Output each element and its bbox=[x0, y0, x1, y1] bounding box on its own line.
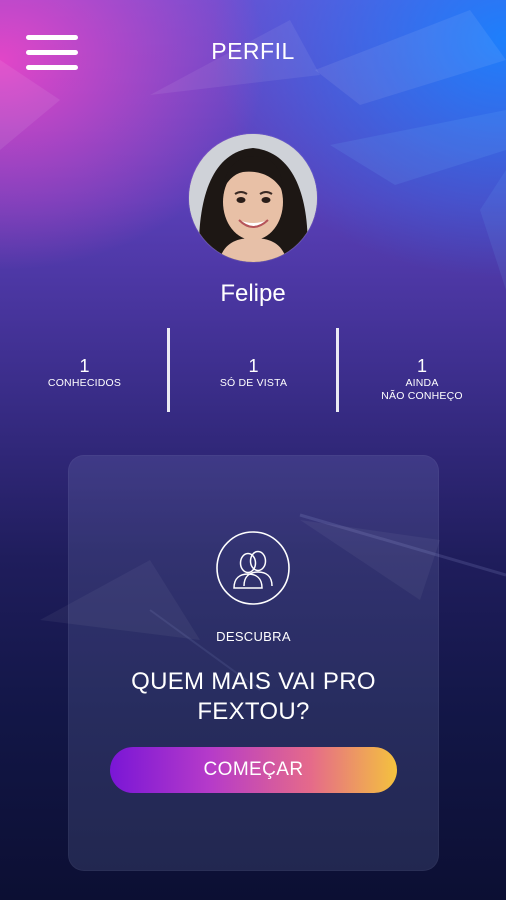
stat-value: 1 bbox=[248, 356, 259, 376]
discover-card: DESCUBRA QUEM MAIS VAI PRO FEXTOU? COMEÇ… bbox=[68, 455, 439, 871]
card-heading: QUEM MAIS VAI PRO FEXTOU? bbox=[131, 668, 376, 725]
stat-label: CONHECIDOS bbox=[47, 377, 122, 389]
stat-value: 1 bbox=[79, 356, 90, 376]
stats-row: 1 CONHECIDOS 1 SÓ DE VISTA 1 AINDA NÃO C… bbox=[0, 328, 506, 414]
stat-ainda-nao-conheco[interactable]: 1 AINDA NÃO CONHEÇO bbox=[338, 328, 506, 414]
stat-label: SÓ DE VISTA bbox=[219, 377, 288, 389]
start-button[interactable]: COMEÇAR bbox=[110, 747, 397, 793]
avatar bbox=[189, 134, 317, 262]
profile-name: Felipe bbox=[220, 280, 286, 307]
page-title: PERFIL bbox=[211, 38, 295, 64]
stat-so-de-vista[interactable]: 1 SÓ DE VISTA bbox=[169, 328, 338, 414]
stat-label: AINDA NÃO CONHEÇO bbox=[381, 377, 463, 402]
people-icon bbox=[216, 531, 290, 605]
avatar-image bbox=[189, 134, 317, 262]
stat-conhecidos[interactable]: 1 CONHECIDOS bbox=[0, 328, 169, 414]
card-kicker: DESCUBRA bbox=[216, 629, 291, 644]
stat-value: 1 bbox=[416, 356, 427, 376]
